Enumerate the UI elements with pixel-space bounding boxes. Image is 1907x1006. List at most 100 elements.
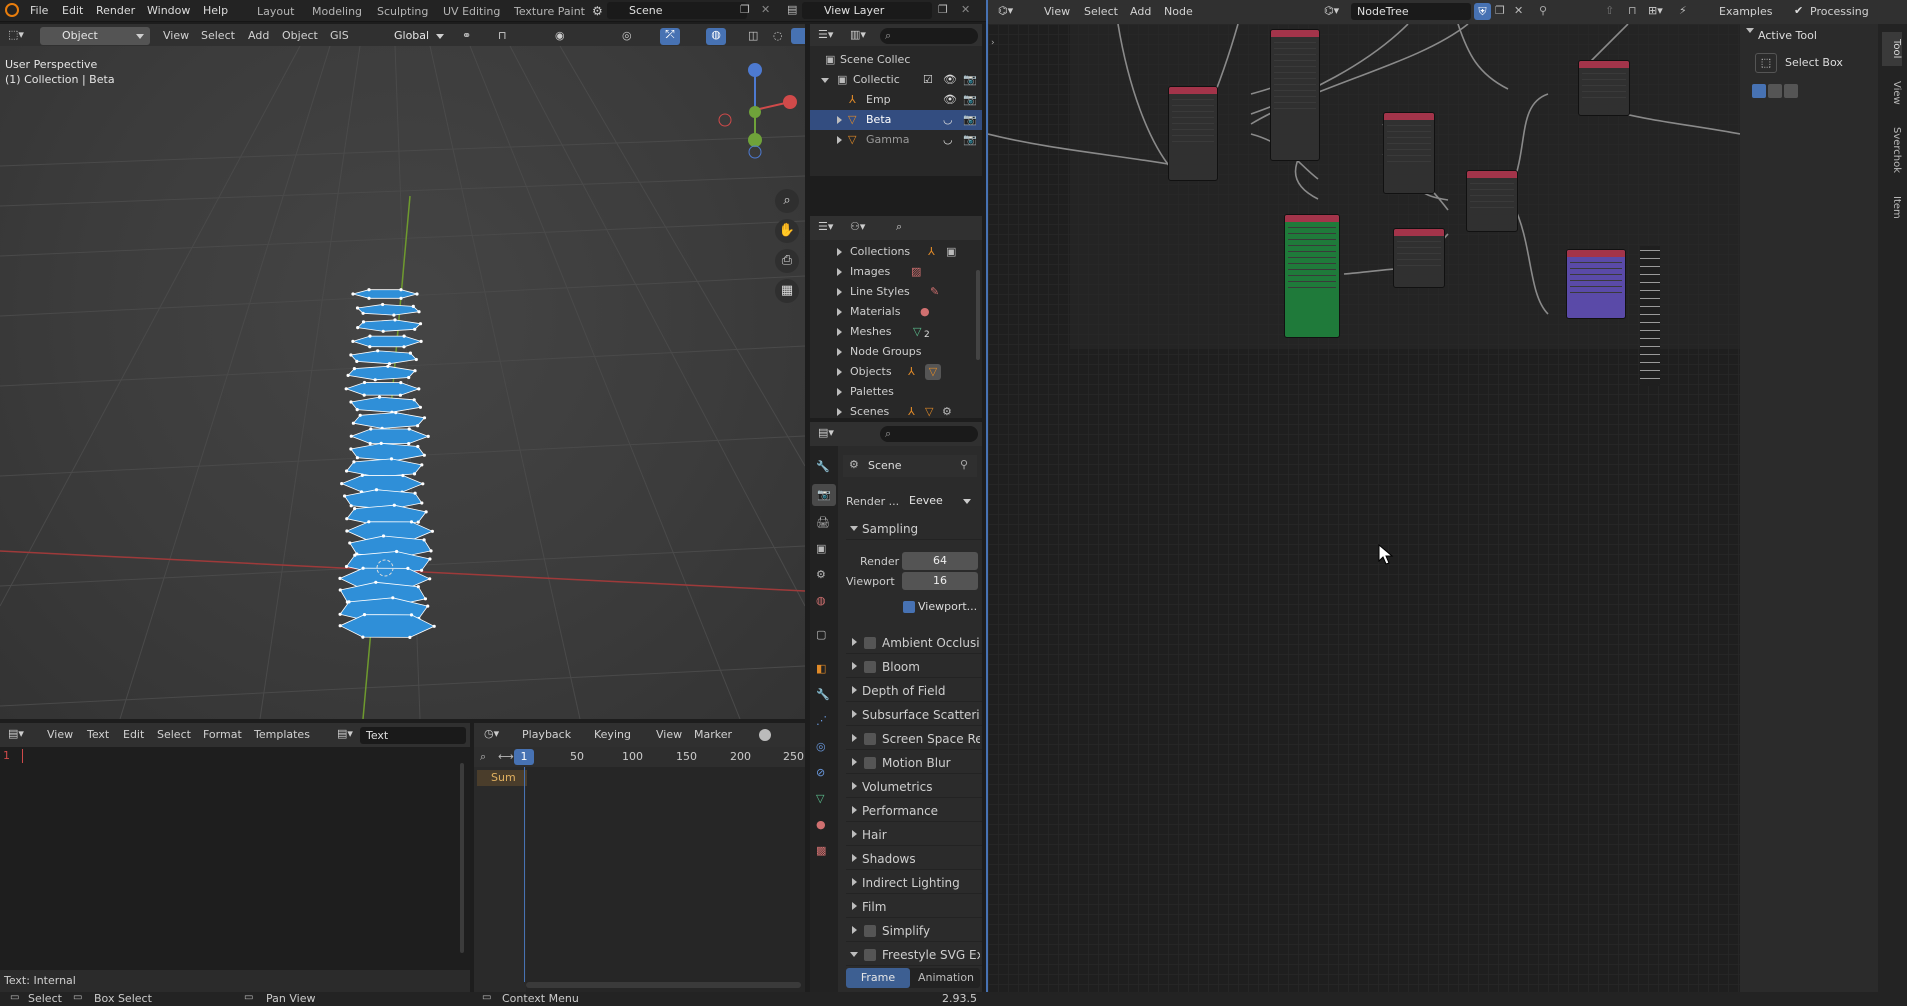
timeline-search-icon[interactable]: ⌕ — [480, 750, 486, 764]
object-tab-icon[interactable]: ◧ — [816, 662, 826, 675]
processing-toggle[interactable]: Processing — [1810, 4, 1869, 20]
text-menu-format[interactable]: Format — [203, 727, 242, 743]
solid-shading-icon[interactable] — [791, 28, 805, 44]
node-menu-select[interactable]: Select — [1084, 4, 1118, 20]
panel-checkbox[interactable] — [864, 637, 876, 649]
panel-6[interactable]: Volumetrics — [846, 776, 982, 798]
examples-menu[interactable]: Examples — [1719, 4, 1772, 20]
panel-checkbox[interactable] — [864, 757, 876, 769]
expand-arrow-icon[interactable] — [852, 830, 861, 838]
data-row-materials[interactable]: Materials ● — [810, 302, 982, 322]
text-menu-select[interactable]: Select — [157, 727, 191, 743]
data-row-palettes[interactable]: Palettes — [810, 382, 982, 402]
playhead[interactable] — [524, 767, 525, 982]
material-tab-icon[interactable]: ● — [816, 818, 826, 831]
expand-arrow-icon[interactable] — [837, 136, 846, 144]
panel-sampling[interactable]: Sampling — [846, 518, 982, 540]
constraints-tab-icon[interactable]: ⊘ — [816, 766, 825, 779]
camera-icon[interactable]: ⎙ — [775, 249, 799, 273]
expand-arrow-icon[interactable] — [852, 806, 861, 814]
menu-render[interactable]: Render — [96, 3, 135, 19]
timeline-menu-playback[interactable]: Playback — [522, 727, 571, 743]
tab-layout[interactable]: Layout — [250, 2, 301, 21]
expand-arrow-icon[interactable] — [837, 116, 846, 124]
grid-perspective-icon[interactable]: ▦ — [775, 279, 799, 303]
tab-uv-editing[interactable]: UV Editing — [436, 2, 507, 21]
render-samples-field[interactable]: 64 — [902, 552, 978, 570]
zoom-icon[interactable]: ⌕ — [775, 189, 799, 213]
editor-type-icon[interactable]: ⬚▾ — [8, 28, 24, 41]
record-icon[interactable] — [759, 729, 771, 741]
node-menu-add[interactable]: Add — [1130, 4, 1151, 20]
properties-search-input[interactable]: ⌕ — [880, 426, 978, 442]
fake-user-shield-icon[interactable]: ⛨ — [1474, 3, 1491, 20]
collection-tab-icon[interactable]: ▢ — [816, 628, 826, 641]
text-datablock-icon[interactable]: ▤▾ — [337, 727, 353, 740]
blend-data-scrollbar[interactable] — [976, 270, 980, 360]
panel-10[interactable]: Indirect Lighting — [846, 872, 982, 894]
panel-checkbox[interactable] — [864, 733, 876, 745]
menu-file[interactable]: File — [30, 3, 48, 19]
modifier-tab-icon[interactable]: 🔧 — [816, 688, 830, 701]
xray-icon[interactable]: ◫ — [748, 29, 758, 42]
timeline-menu-keying[interactable]: Keying — [594, 727, 631, 743]
text-scrollbar[interactable] — [460, 763, 464, 953]
copy-view-layer-icon[interactable]: ❐ — [938, 3, 948, 16]
timeline-ruler[interactable]: ⌕ ⟷ 1 50 100 150 200 250 — [474, 747, 805, 767]
eye-closed-icon[interactable]: ◡ — [943, 110, 953, 130]
panel-4[interactable]: Screen Space Refle — [846, 728, 982, 750]
expand-arrow-icon[interactable] — [837, 348, 846, 356]
panel-3[interactable]: Subsurface Scattering — [846, 704, 982, 726]
text-menu-edit[interactable]: Edit — [123, 727, 144, 743]
outliner-row-beta[interactable]: ▽ Beta ◡ 📷 — [810, 110, 982, 130]
panel-0[interactable]: Ambient Occlusion — [846, 632, 982, 654]
data-row-images[interactable]: Images ▨ — [810, 262, 982, 282]
text-menu-text[interactable]: Text — [87, 727, 109, 743]
data-row-node-groups[interactable]: Node Groups — [810, 342, 982, 362]
expand-arrow-icon[interactable] — [837, 248, 846, 256]
text-menu-templates[interactable]: Templates — [254, 727, 310, 743]
node-origins[interactable] — [1383, 112, 1435, 194]
panel-11[interactable]: Film — [846, 896, 982, 918]
parent-tree-icon[interactable]: ⇧ — [1605, 4, 1614, 17]
panel-8[interactable]: Hair — [846, 824, 982, 846]
outliner[interactable]: ▣ Scene Collec ▣ Collectic ☑ 👁 📷 ⅄ Emp 👁… — [810, 46, 982, 176]
panel-5[interactable]: Motion Blur — [846, 752, 982, 774]
node-tree-field[interactable]: NodeTree — [1351, 3, 1471, 20]
panel-checkbox[interactable] — [864, 925, 876, 937]
texture-tab-icon[interactable]: ▩ — [816, 844, 826, 857]
menu-window[interactable]: Window — [147, 3, 190, 19]
text-editor-type-icon[interactable]: ▤▾ — [8, 727, 24, 740]
close-view-layer-icon[interactable]: ✕ — [961, 3, 970, 16]
blend-data-search-icon[interactable]: ⌕ — [896, 220, 902, 234]
text-editor-area[interactable]: 1 — [0, 747, 470, 970]
eye-icon[interactable]: 👁 — [943, 70, 957, 90]
camera-render-icon[interactable]: 📷 — [963, 90, 977, 110]
outliner-row-scene-collection[interactable]: ▣ Scene Collec — [810, 50, 982, 70]
navigation-gizmo[interactable] — [710, 60, 800, 160]
menu-help[interactable]: Help — [203, 3, 228, 19]
timeline-menu-marker[interactable]: Marker — [694, 727, 732, 743]
world-tab-icon[interactable]: ◍ — [816, 594, 826, 607]
viewport-menu-add[interactable]: Add — [248, 28, 269, 44]
pin-icon[interactable]: ⚲ — [1539, 4, 1547, 17]
expand-arrow-icon[interactable] — [852, 758, 861, 766]
node-editor-type-icon[interactable]: ⌬▾ — [998, 4, 1013, 17]
viewport-menu-object[interactable]: Object — [282, 28, 318, 44]
eye-closed-icon[interactable]: ◡ — [943, 130, 953, 150]
scene-tab-icon[interactable]: ⚙ — [816, 568, 826, 581]
view-layer-tab-icon[interactable]: ▣ — [816, 542, 826, 555]
particles-tab-icon[interactable]: ⋰ — [816, 714, 827, 727]
snap-icon[interactable]: ⊓ — [498, 29, 507, 42]
checkbox-icon[interactable]: ☑ — [923, 70, 933, 90]
mode-dropdown[interactable]: Object Mode — [40, 27, 150, 60]
camera-render-icon[interactable]: 📷 — [963, 130, 977, 150]
data-row-line-styles[interactable]: Line Styles ✎ — [810, 282, 982, 302]
pin-icon[interactable]: ⚲ — [960, 458, 968, 471]
node-distance[interactable] — [1466, 170, 1518, 232]
node-tree-type-icon[interactable]: ⌬▾ — [1324, 4, 1339, 17]
camera-render-icon[interactable]: 📷 — [963, 110, 977, 130]
close-tree-icon[interactable]: ✕ — [1514, 4, 1523, 17]
render-tab-icon[interactable]: 📷 — [812, 484, 836, 506]
tab-texture-paint[interactable]: Texture Paint — [507, 2, 592, 21]
